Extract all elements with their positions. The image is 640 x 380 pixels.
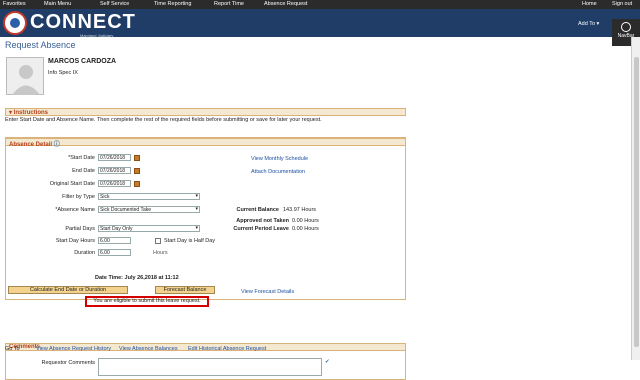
end-date-input[interactable]: 07/26/2018 [98,167,131,174]
original-start-label: Original Start Date [49,181,95,187]
partial-days-label: Partial Days [65,226,95,232]
top-nav-bar: Favorites Main Menu Self Service Time Re… [0,0,640,9]
goto-label: Go To [5,346,20,352]
start-day-hours-input[interactable]: 6.00 [98,237,131,244]
banner: CONNECT Maryland Judiciary Add To ▾ NavB… [0,9,640,46]
page-title: Request Absence [5,40,76,50]
scrollbar-thumb[interactable] [634,57,639,347]
add-to-menu[interactable]: Add To ▾ [578,21,599,27]
page-content: Request Absence MARCOS CARDOZA Info Spec… [3,37,631,380]
filter-type-label: Filter by Type [62,194,95,200]
requestor-comments-input[interactable] [98,358,322,376]
partial-days-select[interactable]: Start Day Only [98,225,200,232]
breadcrumb-time-reporting[interactable]: Time Reporting [154,1,191,7]
approved-label: Approved not Taken [236,218,289,224]
view-forecast-link[interactable]: View Forecast Details [241,289,294,295]
view-monthly-schedule-link[interactable]: View Monthly Schedule [251,156,308,162]
start-date-label: *Start Date [68,155,95,161]
date-time-stamp: Date Time: July 26,2018 at 11:12 [95,275,179,281]
breadcrumb-report-time[interactable]: Report Time [214,1,244,7]
duration-input[interactable]: 6.00 [98,249,131,256]
half-day-checkbox[interactable] [155,238,161,244]
main-menu[interactable]: Main Menu [44,1,71,7]
home-link[interactable]: Home [582,1,597,7]
current-balance-value: 143.97 Hours [283,207,317,213]
breadcrumb-self-service[interactable]: Self Service [100,1,129,7]
absence-name-label: *Absence Name [55,207,95,213]
sign-out-link[interactable]: Sign out [612,1,632,7]
connect-logo-icon [3,11,27,35]
duration-label: Duration [74,250,95,256]
current-period-value: 0.00 Hours [292,226,319,232]
absence-history-link[interactable]: View Absence Request History [36,346,111,352]
favorites-menu[interactable]: Favorites [3,1,26,7]
breadcrumb-absence-request[interactable]: Absence Request [264,1,307,7]
instructions-header[interactable]: ▾ Instructions [5,108,406,116]
current-period-label: Current Period Leave [233,226,289,232]
calculate-button[interactable]: Calculate End Date or Duration [8,286,128,294]
absence-name-select[interactable]: Sick Documented Take [98,206,200,213]
navbar-icon [621,22,631,32]
filter-type-select[interactable]: Sick [98,193,200,200]
employee-photo [6,57,44,95]
job-title: Info Spec IX [48,70,78,76]
current-balance-label: Current Balance [236,207,280,213]
forecast-balance-button[interactable]: Forecast Balance [155,286,215,294]
absence-balances-link[interactable]: View Absence Balances [119,346,178,352]
attach-documentation-link[interactable]: Attach Documentation [251,169,305,175]
logo-text: CONNECT [30,11,136,33]
eligible-message: You are eligible to submit this leave re… [85,296,209,307]
approved-value: 0.00 Hours [292,218,319,224]
duration-unit: Hours [153,250,168,256]
end-date-label: End Date [72,168,95,174]
instructions-text: Enter Start Date and Absence Name. Then … [5,117,322,123]
calendar-icon[interactable] [134,181,140,187]
original-start-input[interactable]: 07/26/2018 [98,180,131,187]
half-day-label: Start Day is Half Day [164,238,216,244]
calendar-icon[interactable] [134,155,140,161]
calendar-icon[interactable] [134,168,140,174]
start-day-hours-label: Start Day Hours [55,238,95,244]
start-date-input[interactable]: 07/26/2018 [98,154,131,161]
edit-historical-link[interactable]: Edit Historical Absence Request [188,346,266,352]
employee-name: MARCOS CARDOZA [48,58,117,65]
requestor-comments-label: Requestor Comments [41,360,96,366]
vertical-scrollbar[interactable] [631,37,640,360]
